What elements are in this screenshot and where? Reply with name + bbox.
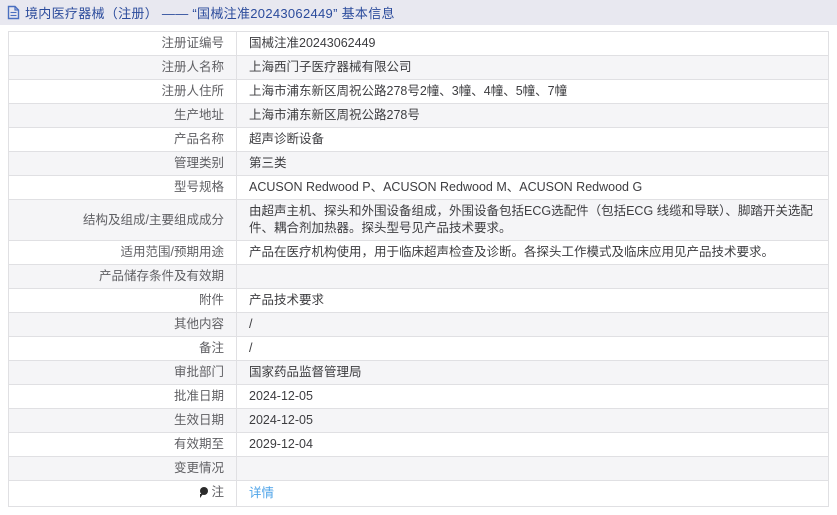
table-row: 注册人住所 上海市浦东新区周祝公路278号2幢、3幢、4幢、5幢、7幢	[8, 79, 829, 104]
table-row: 备注 /	[8, 336, 829, 361]
row-value: 产品技术要求	[236, 288, 829, 313]
row-label: 生效日期	[8, 408, 237, 433]
table-row: 变更情况	[8, 456, 829, 481]
table-row: 其他内容 /	[8, 312, 829, 337]
row-label: 产品储存条件及有效期	[8, 264, 237, 289]
row-label: 附件	[8, 288, 237, 313]
row-label: 备注	[8, 336, 237, 361]
table-row: 注册证编号 国械注准20243062449	[8, 31, 829, 56]
table-row: 管理类别 第三类	[8, 151, 829, 176]
note-icon	[199, 487, 209, 498]
row-label: 注	[8, 480, 237, 507]
row-value	[236, 456, 829, 481]
row-label: 生产地址	[8, 103, 237, 128]
table-row: 生效日期 2024-12-05	[8, 408, 829, 433]
table-row: 附件 产品技术要求	[8, 288, 829, 313]
row-label: 型号规格	[8, 175, 237, 200]
table-row: 产品名称 超声诊断设备	[8, 127, 829, 152]
row-label: 其他内容	[8, 312, 237, 337]
row-label: 结构及组成/主要组成成分	[8, 199, 237, 241]
row-label: 注册人住所	[8, 79, 237, 104]
row-value: 上海市浦东新区周祝公路278号	[236, 103, 829, 128]
row-label: 变更情况	[8, 456, 237, 481]
row-value: 2024-12-05	[236, 384, 829, 409]
table-row: 适用范围/预期用途 产品在医疗机构使用，用于临床超声检查及诊断。各探头工作模式及…	[8, 240, 829, 265]
row-value: ACUSON Redwood P、ACUSON Redwood M、ACUSON…	[236, 175, 829, 200]
row-label: 管理类别	[8, 151, 237, 176]
row-value: 超声诊断设备	[236, 127, 829, 152]
row-value: 上海西门子医疗器械有限公司	[236, 55, 829, 80]
row-value: 国家药品监督管理局	[236, 360, 829, 385]
table-row: 注册人名称 上海西门子医疗器械有限公司	[8, 55, 829, 80]
page-title: 境内医疗器械（注册） —— “国械注准20243062449” 基本信息	[25, 6, 395, 21]
row-value: /	[236, 336, 829, 361]
row-label: 注册人名称	[8, 55, 237, 80]
row-value: 国械注准20243062449	[236, 31, 829, 56]
table-row: 审批部门 国家药品监督管理局	[8, 360, 829, 385]
row-label: 产品名称	[8, 127, 237, 152]
row-value: 上海市浦东新区周祝公路278号2幢、3幢、4幢、5幢、7幢	[236, 79, 829, 104]
table-row: 批准日期 2024-12-05	[8, 384, 829, 409]
row-label-text: 注	[211, 485, 224, 499]
table-row: 产品储存条件及有效期	[8, 264, 829, 289]
document-icon	[7, 5, 20, 20]
row-label: 审批部门	[8, 360, 237, 385]
row-value: 由超声主机、探头和外围设备组成，外围设备包括ECG选配件（包括ECG 线缆和导联…	[236, 199, 829, 241]
table-row: 型号规格 ACUSON Redwood P、ACUSON Redwood M、A…	[8, 175, 829, 200]
row-value: 第三类	[236, 151, 829, 176]
row-value	[236, 264, 829, 289]
table-row: 结构及组成/主要组成成分 由超声主机、探头和外围设备组成，外围设备包括ECG选配…	[8, 199, 829, 241]
row-value: 2029-12-04	[236, 432, 829, 457]
table-row: 有效期至 2029-12-04	[8, 432, 829, 457]
table-row: 注 详情	[8, 480, 829, 507]
details-link[interactable]: 详情	[249, 486, 274, 500]
row-value: 详情	[236, 480, 829, 507]
page-header: 境内医疗器械（注册） —— “国械注准20243062449” 基本信息	[0, 0, 837, 25]
registration-info-table: 注册证编号 国械注准20243062449 注册人名称 上海西门子医疗器械有限公…	[8, 31, 829, 507]
row-value: 产品在医疗机构使用，用于临床超声检查及诊断。各探头工作模式及临床应用见产品技术要…	[236, 240, 829, 265]
row-label: 有效期至	[8, 432, 237, 457]
row-label: 适用范围/预期用途	[8, 240, 237, 265]
row-label: 注册证编号	[8, 31, 237, 56]
row-value: /	[236, 312, 829, 337]
table-row: 生产地址 上海市浦东新区周祝公路278号	[8, 103, 829, 128]
row-label: 批准日期	[8, 384, 237, 409]
row-value: 2024-12-05	[236, 408, 829, 433]
